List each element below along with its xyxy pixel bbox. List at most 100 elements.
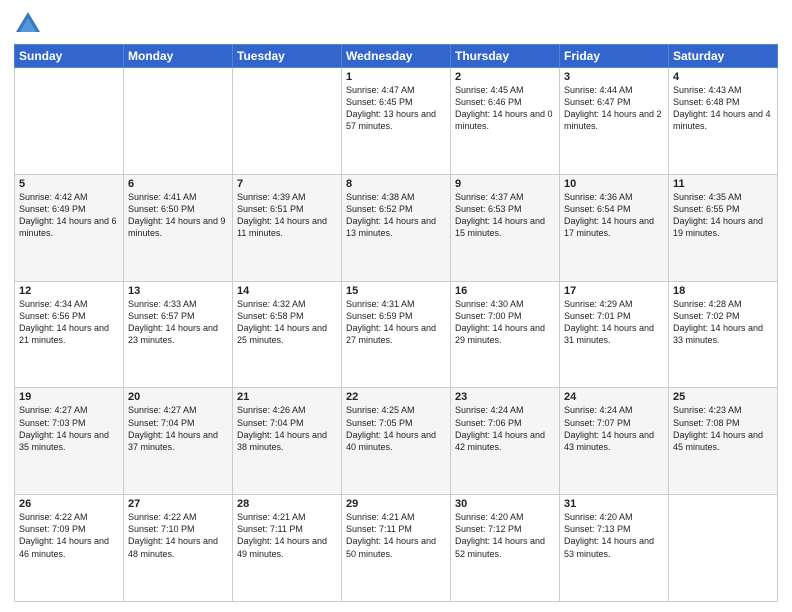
day-number: 29	[346, 498, 446, 510]
day-number: 30	[455, 498, 555, 510]
day-info: Sunrise: 4:36 AM Sunset: 6:54 PM Dayligh…	[564, 191, 664, 240]
day-info: Sunrise: 4:45 AM Sunset: 6:46 PM Dayligh…	[455, 84, 555, 133]
logo-icon	[14, 10, 42, 38]
calendar-cell: 27Sunrise: 4:22 AM Sunset: 7:10 PM Dayli…	[124, 495, 233, 602]
calendar-cell	[233, 68, 342, 175]
logo	[14, 10, 46, 38]
day-number: 18	[673, 285, 773, 297]
calendar-header-friday: Friday	[560, 45, 669, 68]
calendar-cell: 15Sunrise: 4:31 AM Sunset: 6:59 PM Dayli…	[342, 281, 451, 388]
day-number: 16	[455, 285, 555, 297]
calendar-cell: 2Sunrise: 4:45 AM Sunset: 6:46 PM Daylig…	[451, 68, 560, 175]
calendar-cell: 28Sunrise: 4:21 AM Sunset: 7:11 PM Dayli…	[233, 495, 342, 602]
calendar-header-saturday: Saturday	[669, 45, 778, 68]
day-info: Sunrise: 4:24 AM Sunset: 7:07 PM Dayligh…	[564, 404, 664, 453]
day-number: 5	[19, 178, 119, 190]
calendar-cell: 11Sunrise: 4:35 AM Sunset: 6:55 PM Dayli…	[669, 174, 778, 281]
day-info: Sunrise: 4:39 AM Sunset: 6:51 PM Dayligh…	[237, 191, 337, 240]
day-number: 1	[346, 71, 446, 83]
calendar-header-row: SundayMondayTuesdayWednesdayThursdayFrid…	[15, 45, 778, 68]
calendar-cell: 29Sunrise: 4:21 AM Sunset: 7:11 PM Dayli…	[342, 495, 451, 602]
day-info: Sunrise: 4:41 AM Sunset: 6:50 PM Dayligh…	[128, 191, 228, 240]
calendar-header-wednesday: Wednesday	[342, 45, 451, 68]
day-info: Sunrise: 4:22 AM Sunset: 7:10 PM Dayligh…	[128, 511, 228, 560]
day-number: 12	[19, 285, 119, 297]
day-number: 4	[673, 71, 773, 83]
day-info: Sunrise: 4:31 AM Sunset: 6:59 PM Dayligh…	[346, 298, 446, 347]
day-info: Sunrise: 4:27 AM Sunset: 7:04 PM Dayligh…	[128, 404, 228, 453]
day-info: Sunrise: 4:27 AM Sunset: 7:03 PM Dayligh…	[19, 404, 119, 453]
day-number: 3	[564, 71, 664, 83]
day-number: 11	[673, 178, 773, 190]
day-number: 21	[237, 391, 337, 403]
day-number: 14	[237, 285, 337, 297]
calendar-header-tuesday: Tuesday	[233, 45, 342, 68]
calendar-cell: 7Sunrise: 4:39 AM Sunset: 6:51 PM Daylig…	[233, 174, 342, 281]
day-number: 10	[564, 178, 664, 190]
day-info: Sunrise: 4:26 AM Sunset: 7:04 PM Dayligh…	[237, 404, 337, 453]
day-info: Sunrise: 4:33 AM Sunset: 6:57 PM Dayligh…	[128, 298, 228, 347]
day-info: Sunrise: 4:42 AM Sunset: 6:49 PM Dayligh…	[19, 191, 119, 240]
day-info: Sunrise: 4:22 AM Sunset: 7:09 PM Dayligh…	[19, 511, 119, 560]
calendar-header-monday: Monday	[124, 45, 233, 68]
page: SundayMondayTuesdayWednesdayThursdayFrid…	[0, 0, 792, 612]
day-info: Sunrise: 4:20 AM Sunset: 7:13 PM Dayligh…	[564, 511, 664, 560]
day-info: Sunrise: 4:34 AM Sunset: 6:56 PM Dayligh…	[19, 298, 119, 347]
day-info: Sunrise: 4:28 AM Sunset: 7:02 PM Dayligh…	[673, 298, 773, 347]
calendar-cell: 17Sunrise: 4:29 AM Sunset: 7:01 PM Dayli…	[560, 281, 669, 388]
day-info: Sunrise: 4:29 AM Sunset: 7:01 PM Dayligh…	[564, 298, 664, 347]
day-number: 6	[128, 178, 228, 190]
calendar-cell: 4Sunrise: 4:43 AM Sunset: 6:48 PM Daylig…	[669, 68, 778, 175]
calendar-week-row: 19Sunrise: 4:27 AM Sunset: 7:03 PM Dayli…	[15, 388, 778, 495]
day-number: 15	[346, 285, 446, 297]
calendar-table: SundayMondayTuesdayWednesdayThursdayFrid…	[14, 44, 778, 602]
header	[14, 10, 778, 38]
calendar-cell	[669, 495, 778, 602]
day-info: Sunrise: 4:24 AM Sunset: 7:06 PM Dayligh…	[455, 404, 555, 453]
day-info: Sunrise: 4:38 AM Sunset: 6:52 PM Dayligh…	[346, 191, 446, 240]
day-number: 27	[128, 498, 228, 510]
calendar-cell: 6Sunrise: 4:41 AM Sunset: 6:50 PM Daylig…	[124, 174, 233, 281]
day-number: 24	[564, 391, 664, 403]
calendar-cell: 13Sunrise: 4:33 AM Sunset: 6:57 PM Dayli…	[124, 281, 233, 388]
calendar-cell	[15, 68, 124, 175]
day-info: Sunrise: 4:25 AM Sunset: 7:05 PM Dayligh…	[346, 404, 446, 453]
calendar-header-thursday: Thursday	[451, 45, 560, 68]
calendar-week-row: 5Sunrise: 4:42 AM Sunset: 6:49 PM Daylig…	[15, 174, 778, 281]
calendar-cell: 10Sunrise: 4:36 AM Sunset: 6:54 PM Dayli…	[560, 174, 669, 281]
day-number: 13	[128, 285, 228, 297]
calendar-header-sunday: Sunday	[15, 45, 124, 68]
day-number: 9	[455, 178, 555, 190]
day-info: Sunrise: 4:44 AM Sunset: 6:47 PM Dayligh…	[564, 84, 664, 133]
day-info: Sunrise: 4:30 AM Sunset: 7:00 PM Dayligh…	[455, 298, 555, 347]
day-info: Sunrise: 4:37 AM Sunset: 6:53 PM Dayligh…	[455, 191, 555, 240]
day-number: 17	[564, 285, 664, 297]
day-info: Sunrise: 4:47 AM Sunset: 6:45 PM Dayligh…	[346, 84, 446, 133]
calendar-cell: 22Sunrise: 4:25 AM Sunset: 7:05 PM Dayli…	[342, 388, 451, 495]
calendar-cell: 5Sunrise: 4:42 AM Sunset: 6:49 PM Daylig…	[15, 174, 124, 281]
calendar-cell: 20Sunrise: 4:27 AM Sunset: 7:04 PM Dayli…	[124, 388, 233, 495]
day-info: Sunrise: 4:23 AM Sunset: 7:08 PM Dayligh…	[673, 404, 773, 453]
day-info: Sunrise: 4:35 AM Sunset: 6:55 PM Dayligh…	[673, 191, 773, 240]
day-info: Sunrise: 4:20 AM Sunset: 7:12 PM Dayligh…	[455, 511, 555, 560]
calendar-week-row: 1Sunrise: 4:47 AM Sunset: 6:45 PM Daylig…	[15, 68, 778, 175]
day-info: Sunrise: 4:43 AM Sunset: 6:48 PM Dayligh…	[673, 84, 773, 133]
calendar-cell: 23Sunrise: 4:24 AM Sunset: 7:06 PM Dayli…	[451, 388, 560, 495]
calendar-cell: 9Sunrise: 4:37 AM Sunset: 6:53 PM Daylig…	[451, 174, 560, 281]
day-info: Sunrise: 4:21 AM Sunset: 7:11 PM Dayligh…	[346, 511, 446, 560]
day-number: 8	[346, 178, 446, 190]
day-number: 20	[128, 391, 228, 403]
calendar-cell: 16Sunrise: 4:30 AM Sunset: 7:00 PM Dayli…	[451, 281, 560, 388]
calendar-cell: 19Sunrise: 4:27 AM Sunset: 7:03 PM Dayli…	[15, 388, 124, 495]
calendar-cell: 18Sunrise: 4:28 AM Sunset: 7:02 PM Dayli…	[669, 281, 778, 388]
calendar-cell: 14Sunrise: 4:32 AM Sunset: 6:58 PM Dayli…	[233, 281, 342, 388]
day-info: Sunrise: 4:21 AM Sunset: 7:11 PM Dayligh…	[237, 511, 337, 560]
calendar-week-row: 26Sunrise: 4:22 AM Sunset: 7:09 PM Dayli…	[15, 495, 778, 602]
calendar-cell: 30Sunrise: 4:20 AM Sunset: 7:12 PM Dayli…	[451, 495, 560, 602]
calendar-cell: 31Sunrise: 4:20 AM Sunset: 7:13 PM Dayli…	[560, 495, 669, 602]
calendar-cell: 25Sunrise: 4:23 AM Sunset: 7:08 PM Dayli…	[669, 388, 778, 495]
day-number: 25	[673, 391, 773, 403]
day-number: 28	[237, 498, 337, 510]
day-info: Sunrise: 4:32 AM Sunset: 6:58 PM Dayligh…	[237, 298, 337, 347]
calendar-week-row: 12Sunrise: 4:34 AM Sunset: 6:56 PM Dayli…	[15, 281, 778, 388]
